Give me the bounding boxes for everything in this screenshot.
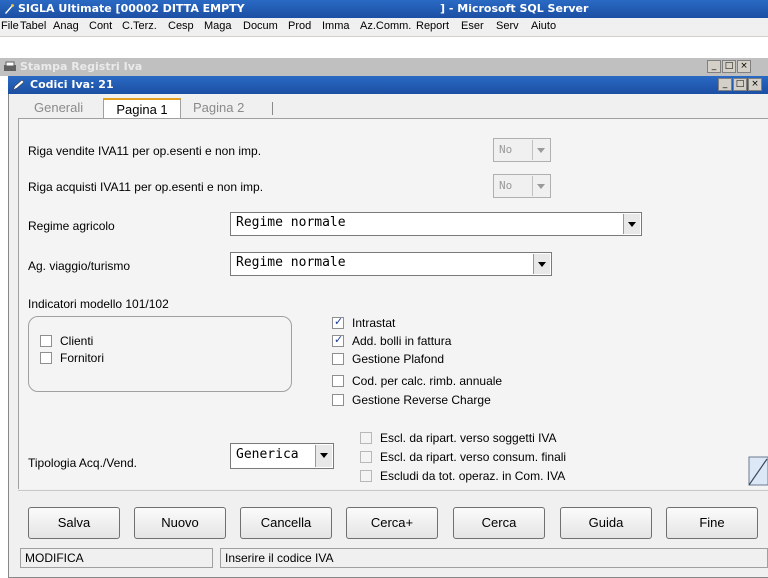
fine-button[interactable]: Fine [666,507,758,539]
menu-serv[interactable]: Serv [496,20,519,32]
escl-soggetti-iva-label: Escl. da ripart. verso soggetti IVA [380,431,557,445]
intrastat-checkbox[interactable] [332,315,344,329]
pencil-icon [12,79,25,91]
maximize-button[interactable]: □ [733,78,747,91]
add-bolli-label: Add. bolli in fattura [352,334,452,348]
regime-agricolo-select[interactable]: Regime normale [230,212,642,236]
escludi-com-iva-checkbox[interactable] [360,470,372,482]
bg-close-button[interactable]: × [737,60,751,73]
tipologia-value: Generica [236,447,299,462]
menu-bar: File Tabel Anag Cont C.Terz. Cesp Maga D… [0,18,768,37]
separator [18,490,768,491]
menu-cesp[interactable]: Cesp [168,20,194,32]
tipologia-label: Tipologia Acq./Vend. [28,456,137,470]
cancella-button[interactable]: Cancella [240,507,332,539]
ag-viaggio-label: Ag. viaggio/turismo [28,259,131,273]
menu-maga[interactable]: Maga [204,20,232,32]
menu-anag[interactable]: Anag [53,20,79,32]
tab-generali[interactable]: Generali [34,98,94,118]
chevron-down-icon [532,140,549,160]
window-controls: _ □ × [718,78,762,92]
printer-icon [4,61,16,71]
codici-iva-window-title: Codici Iva: 21 _ □ × [8,76,768,94]
menu-cterz[interactable]: C.Terz. [122,20,157,32]
escludi-com-iva-label: Escludi da tot. operaz. in Com. IVA [380,469,566,483]
chevron-down-icon [623,214,640,234]
riga-acquisti-label: Riga acquisti IVA11 per op.esenti e non … [28,180,264,194]
menu-eser[interactable]: Eser [461,20,484,32]
cerca-plus-button[interactable]: Cerca+ [346,507,438,539]
riga-acquisti-value: No [499,179,513,192]
menu-file[interactable]: File [1,20,19,32]
riga-vendite-select[interactable]: No [493,138,551,162]
riga-vendite-value: No [499,143,513,156]
clienti-label: Clienti [60,334,94,348]
salva-button[interactable]: Salva [28,507,120,539]
bg-minimize-button[interactable]: _ [707,60,721,73]
menu-imma[interactable]: Imma [322,20,350,32]
close-button[interactable]: × [748,78,762,91]
escl-consum-finali-label: Escl. da ripart. verso consum. finali [380,450,567,464]
chevron-down-icon [533,254,550,274]
intrastat-label: Intrastat [352,316,396,330]
fornitori-checkbox[interactable] [40,352,52,364]
escl-consum-finali-checkbox[interactable] [360,451,372,463]
riga-acquisti-select[interactable]: No [493,174,551,198]
clienti-checkbox[interactable] [40,335,52,347]
menu-azcomm[interactable]: Az.Comm. [360,20,411,32]
tipologia-select[interactable]: Generica [230,443,334,469]
cod-calc-rimb-label: Cod. per calc. rimb. annuale [352,374,503,388]
stampa-registri-window-title: Stampa Registri Iva _ □ × [0,58,768,76]
stampa-registri-title: Stampa Registri Iva [20,60,143,73]
menu-docum[interactable]: Docum [243,20,278,32]
status-mode: MODIFICA [20,548,213,568]
status-message: Inserire il codice IVA [220,548,768,568]
bg-maximize-button[interactable]: □ [722,60,736,73]
resize-grip-icon[interactable] [748,456,768,486]
guida-button[interactable]: Guida [560,507,652,539]
menu-prod[interactable]: Prod [288,20,311,32]
regime-agricolo-value: Regime normale [236,215,346,230]
cerca-button[interactable]: Cerca [453,507,545,539]
indicatori-label: Indicatori modello 101/102 [28,297,169,311]
bg-window-controls: _ □ × [707,60,751,74]
minimize-button[interactable]: _ [718,78,732,91]
riga-vendite-label: Riga vendite IVA11 per op.esenti e non i… [28,144,262,158]
menu-aiuto[interactable]: Aiuto [531,20,556,32]
ag-viaggio-select[interactable]: Regime normale [230,252,552,276]
menu-report[interactable]: Report [416,20,449,32]
tab-pagina-2[interactable]: Pagina 2 [193,98,257,118]
app-title-suffix: ] - Microsoft SQL Server [440,2,589,15]
tab-pagina-1[interactable]: Pagina 1 [103,98,181,118]
gestione-plafond-checkbox[interactable] [332,353,344,365]
ag-viaggio-value: Regime normale [236,255,346,270]
app-title: SIGLA Ultimate [00002 DITTA EMPTY [18,2,245,15]
menu-cont[interactable]: Cont [89,20,112,32]
reverse-charge-label: Gestione Reverse Charge [352,393,491,407]
reverse-charge-checkbox[interactable] [332,394,344,406]
tab-separator [272,102,273,115]
chevron-down-icon [532,176,549,196]
regime-agricolo-label: Regime agricolo [28,219,115,233]
app-title-bar: SIGLA Ultimate [00002 DITTA EMPTY ] - Mi… [0,0,768,18]
gestione-plafond-label: Gestione Plafond [352,352,445,366]
window-title: Codici Iva: 21 [30,78,114,91]
add-bolli-checkbox[interactable] [332,333,344,347]
escl-soggetti-iva-checkbox[interactable] [360,432,372,444]
cod-calc-rimb-checkbox[interactable] [332,375,344,387]
menu-tabel[interactable]: Tabel [20,20,46,32]
chevron-down-icon [315,445,332,467]
nuovo-button[interactable]: Nuovo [134,507,226,539]
fornitori-label: Fornitori [60,351,105,365]
sigla-logo-icon [5,4,14,14]
